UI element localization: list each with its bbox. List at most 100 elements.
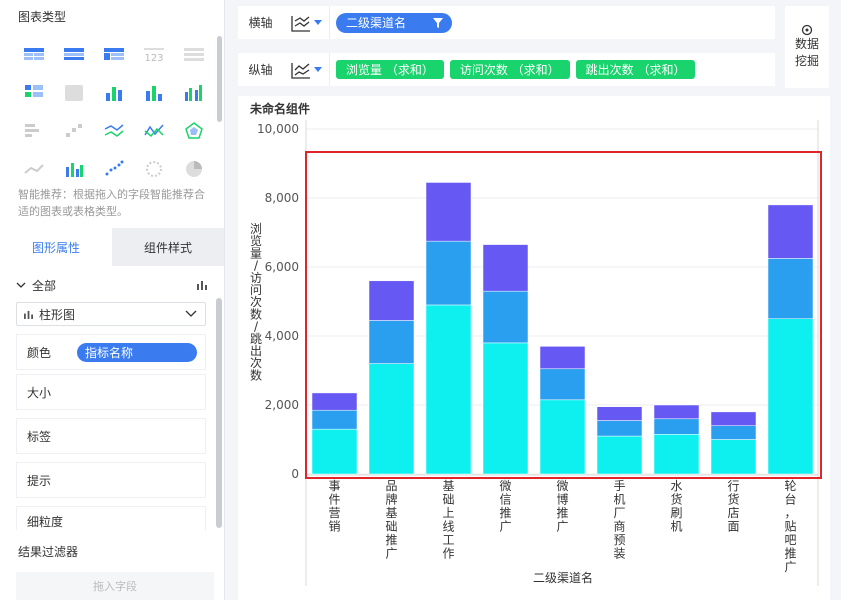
properties-scrollbar[interactable] [216, 298, 222, 528]
granularity-property[interactable]: 细粒度 [16, 506, 206, 530]
bar-segment [482, 342, 529, 475]
tooltip-label: 提示 [27, 473, 52, 488]
all-series-row[interactable]: 全部 [16, 276, 208, 294]
bar-segment [368, 320, 415, 364]
y-tick-label: 6,000 [265, 260, 299, 274]
cross-table-icon[interactable] [94, 36, 134, 74]
data-mining-label-1: 数据 [794, 37, 819, 51]
color-field-pill[interactable]: 指标名称 [77, 342, 198, 362]
x-tick-label: 事件营销 [328, 479, 340, 534]
x-tick-label: 微信推广 [499, 479, 511, 534]
y-axis-title: 浏览量/访问次数/跳出次数 [250, 222, 262, 382]
x-tick-label: 轮台，贴吧推广 [784, 479, 796, 574]
tooltip-property[interactable]: 提示 [16, 462, 206, 498]
group-table-icon[interactable] [54, 36, 94, 74]
x-tick-label: 行货店面 [727, 479, 739, 534]
bar-segment [482, 290, 529, 344]
x-field-pill[interactable]: 二级渠道名 [336, 12, 453, 33]
chart-type-select[interactable]: 柱形图 [16, 302, 206, 326]
stacked-bar-icon[interactable] [94, 74, 134, 112]
chart-type-scrollbar[interactable] [217, 36, 222, 122]
bar-segment [596, 420, 643, 437]
bar-segment [539, 346, 586, 370]
chart-component[interactable]: 0 2,000 4,000 6,000 8,000 10,000 事件营销 品牌基础推广 基础上… [238, 96, 830, 600]
chart-type-grid: 123 [14, 36, 212, 188]
bar-segment [596, 406, 643, 421]
svg-text:123: 123 [144, 53, 163, 64]
y-tick-label: 10,000 [257, 122, 299, 136]
y-axis-row: 纵轴 浏览量 （求和） 访问次数 （求和） 跳出次数 （求和） [238, 53, 775, 86]
bar-segment [539, 368, 586, 401]
area-line-icon[interactable] [134, 112, 174, 150]
chart-type-select-value: 柱形图 [39, 307, 76, 322]
result-filter-title: 结果过滤器 [18, 545, 79, 559]
y-tick-label: 4,000 [265, 329, 299, 343]
radar-icon[interactable] [174, 112, 214, 150]
color-property[interactable]: 颜色 指标名称 [16, 334, 206, 370]
bar-segment [710, 425, 757, 440]
bar-segment [425, 240, 472, 306]
chart-type-title: 图表类型 [18, 10, 67, 24]
y-field-pill-bounces[interactable]: 跳出次数 （求和） [575, 60, 696, 79]
bar-segment [653, 418, 700, 435]
left-panel: 图表类型 123 智能推荐：根据拖入的字段智能推荐合适的图表或表格类型。 图形属… [0, 0, 225, 600]
pie-icon[interactable] [174, 150, 214, 188]
bar-chart-icon[interactable] [134, 74, 174, 112]
detail-table-icon[interactable] [174, 36, 214, 74]
horizontal-bar-icon[interactable] [14, 112, 54, 150]
x-axis-label: 横轴 [248, 16, 273, 30]
y-field-pill-pageviews[interactable]: 浏览量 （求和） [336, 60, 444, 79]
x-axis-title: 二级渠道名 [533, 570, 593, 585]
x-field-label: 二级渠道名 [346, 16, 407, 30]
bar-segment [653, 434, 700, 475]
bar-chart: 0 2,000 4,000 6,000 8,000 10,000 事件营销 品牌基础推广 基础上… [250, 120, 819, 586]
label-property[interactable]: 标签 [16, 418, 206, 454]
all-label: 全部 [32, 278, 57, 293]
y-axis-sort-icon[interactable] [283, 53, 330, 86]
bar-segment [767, 204, 814, 259]
caret-down-icon [314, 66, 322, 72]
graph-properties-panel: 全部 柱形图 颜色 指标名称 大小 标签 提示 细粒度 [0, 266, 224, 530]
x-tick-label: 基础上线工作 [442, 479, 454, 561]
mining-icon [801, 24, 813, 36]
bar-chart-small-icon [24, 310, 33, 319]
bar-segment [482, 244, 529, 292]
x-axis-sort-icon[interactable] [283, 6, 330, 39]
y-field-pill-visits[interactable]: 访问次数 （求和） [449, 60, 570, 79]
bar-segment [311, 392, 358, 411]
scatter-icon[interactable] [94, 150, 134, 188]
x-tick-label: 水货刷机 [670, 479, 682, 534]
y-tick-label: 8,000 [265, 191, 299, 205]
filter-drop-zone[interactable]: 拖入字段 [16, 572, 214, 600]
table-icon[interactable] [14, 36, 54, 74]
component-title: 未命名组件 [250, 102, 311, 116]
kpi-number-icon[interactable]: 123 [134, 36, 174, 74]
granularity-label: 细粒度 [27, 515, 64, 529]
bar-segment [539, 399, 586, 475]
region-map-icon[interactable] [54, 74, 94, 112]
data-mining-label-2: 挖掘 [794, 54, 819, 68]
y-tick-label: 0 [291, 467, 299, 481]
tab-component-style[interactable]: 组件样式 [112, 228, 224, 266]
size-property[interactable]: 大小 [16, 374, 206, 410]
bar-segment [368, 363, 415, 475]
bar-segment [767, 258, 814, 319]
data-mining-button[interactable]: 数据 挖掘 [785, 6, 829, 88]
range-area-icon[interactable] [14, 150, 54, 188]
combo-chart-icon[interactable] [54, 150, 94, 188]
filter-icon[interactable] [432, 17, 444, 29]
bar-segment [710, 411, 757, 426]
chevron-down-icon [185, 310, 197, 317]
chevron-down-icon [16, 282, 26, 288]
tab-graph-properties[interactable]: 图形属性 [0, 228, 112, 266]
dot-map-icon[interactable] [14, 74, 54, 112]
line-chart-icon[interactable] [94, 112, 134, 150]
bar-segment [311, 428, 358, 475]
multi-bar-icon[interactable] [174, 74, 214, 112]
bar-segment [767, 318, 814, 475]
waterfall-icon[interactable] [54, 112, 94, 150]
bar-segment [596, 435, 643, 475]
bar-segment [653, 404, 700, 420]
bubble-icon[interactable] [134, 150, 174, 188]
bar-segment [368, 280, 415, 321]
